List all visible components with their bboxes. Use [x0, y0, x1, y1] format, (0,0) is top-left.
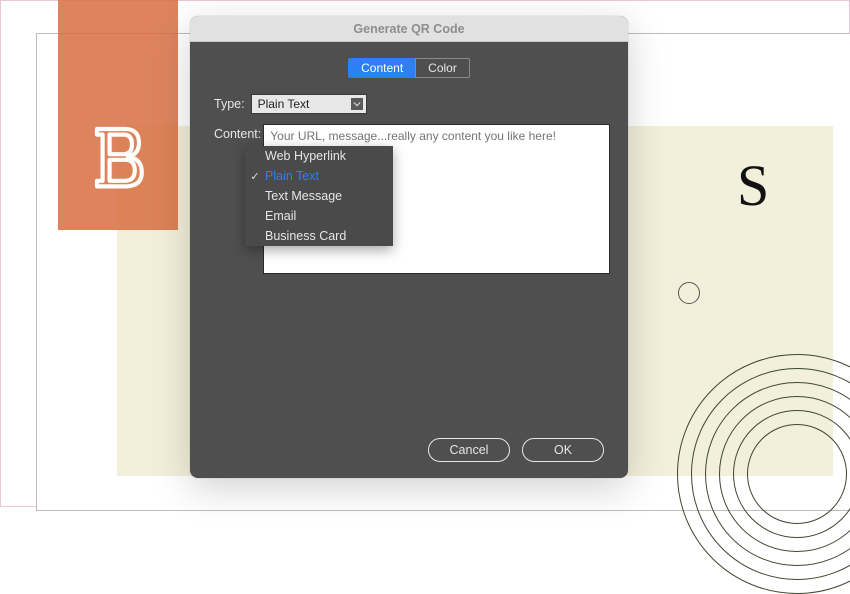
type-label: Type: [214, 97, 245, 111]
tab-content[interactable]: Content [348, 58, 415, 78]
type-select[interactable]: Plain Text [251, 94, 367, 114]
ok-button[interactable]: OK [522, 438, 604, 462]
headline-letter: S [737, 152, 769, 219]
type-option-email[interactable]: Email [245, 206, 393, 226]
dialog-titlebar[interactable]: Generate QR Code [190, 16, 628, 42]
type-option-label: Plain Text [265, 169, 319, 183]
type-option-label: Email [265, 209, 296, 223]
type-option-label: Web Hyperlink [265, 149, 346, 163]
dialog-buttons: Cancel OK [428, 438, 604, 462]
b-logo-icon [83, 122, 153, 192]
check-icon: ✓ [245, 170, 265, 183]
chevron-down-icon [351, 98, 363, 110]
dialog-body: Content Color Type: Plain Text Content: … [190, 42, 628, 478]
small-circle-decoration [678, 282, 700, 304]
type-select-value: Plain Text [258, 97, 310, 111]
generate-qr-code-dialog: Generate QR Code Content Color Type: Pla… [190, 16, 628, 478]
logo-banner [58, 0, 178, 230]
tab-group: Content Color [208, 58, 610, 78]
type-option-plain-text[interactable]: ✓ Plain Text [245, 166, 393, 186]
type-option-business-card[interactable]: Business Card [245, 226, 393, 246]
cancel-button[interactable]: Cancel [428, 438, 510, 462]
type-row: Type: Plain Text [208, 94, 610, 114]
tab-color[interactable]: Color [415, 58, 470, 78]
type-option-label: Text Message [265, 189, 342, 203]
content-label: Content: [214, 124, 263, 142]
type-dropdown: Web Hyperlink ✓ Plain Text Text Message … [245, 146, 393, 246]
type-option-web-hyperlink[interactable]: Web Hyperlink [245, 146, 393, 166]
type-option-label: Business Card [265, 229, 346, 243]
type-option-text-message[interactable]: Text Message [245, 186, 393, 206]
concentric-circles-decoration [677, 354, 850, 594]
dialog-title: Generate QR Code [353, 22, 464, 36]
